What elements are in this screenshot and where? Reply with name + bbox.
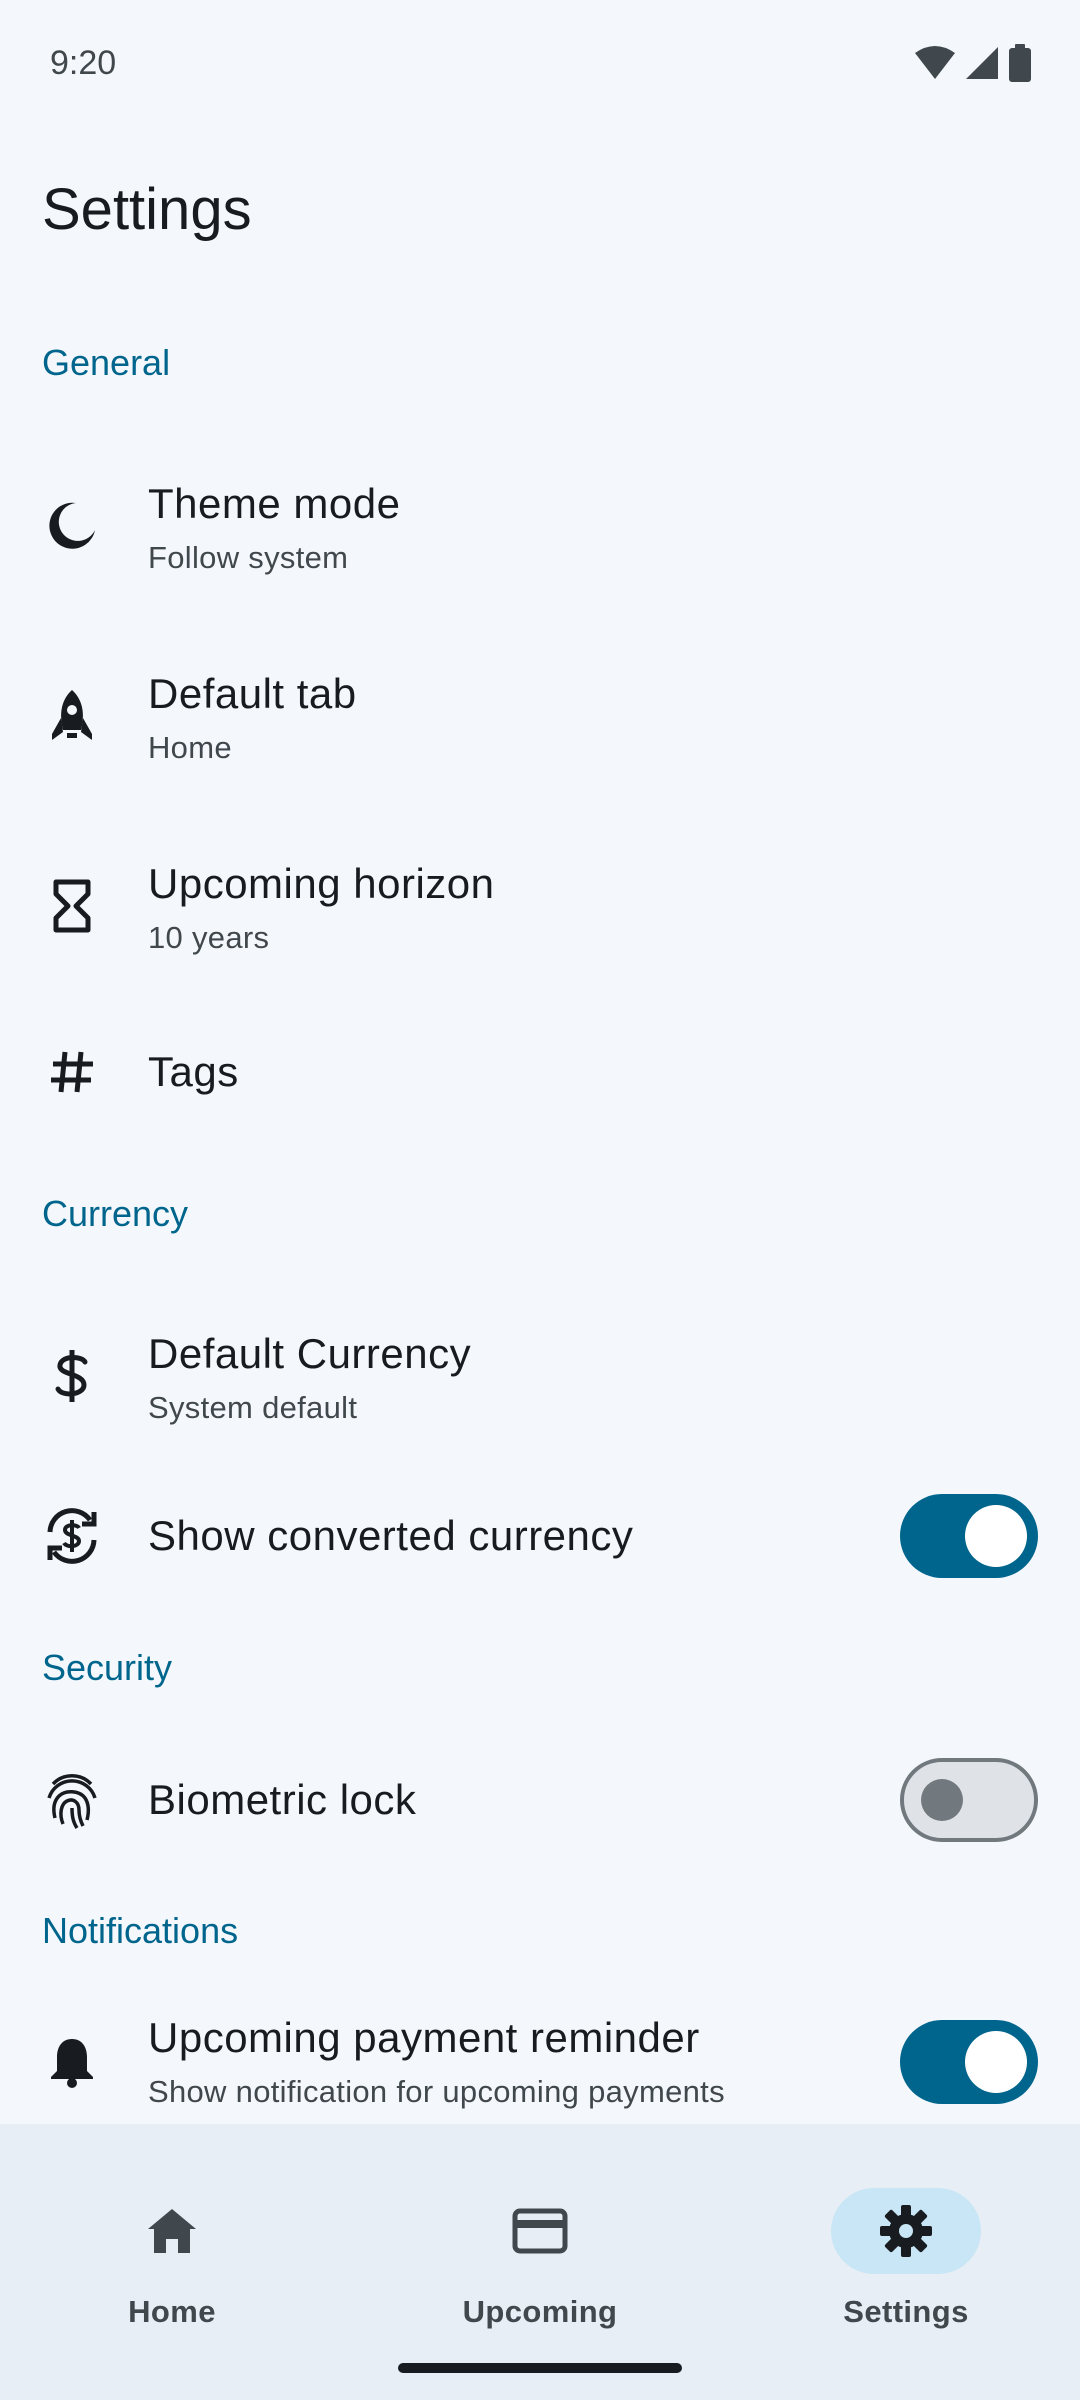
section-header-currency: Currency <box>42 1193 189 1234</box>
hourglass-icon <box>42 876 102 936</box>
nav-label: Upcoming <box>462 2294 618 2329</box>
currency-exchange-icon <box>42 1506 102 1566</box>
battery-icon <box>1008 44 1032 82</box>
setting-title: Show converted currency <box>148 1512 634 1559</box>
setting-subtitle: System default <box>148 1390 358 1425</box>
status-icons <box>914 44 1032 82</box>
cellular-signal-icon <box>964 45 1000 81</box>
section-header-notifications: Notifications <box>42 1910 239 1951</box>
setting-show-converted-currency[interactable]: Show converted currency <box>0 1470 1080 1602</box>
home-icon <box>97 2188 247 2274</box>
upcoming-payment-reminder-switch[interactable] <box>900 2020 1038 2104</box>
setting-subtitle: Show notification for upcoming payments <box>148 2074 725 2109</box>
bell-icon <box>42 2032 102 2092</box>
status-bar: 9:20 <box>0 0 1080 130</box>
setting-title: Theme mode <box>148 480 401 527</box>
nav-label: Home <box>128 2294 216 2329</box>
setting-subtitle: Home <box>148 730 232 765</box>
setting-subtitle: 10 years <box>148 920 270 955</box>
credit-card-icon <box>465 2188 615 2274</box>
status-time: 9:20 <box>50 44 117 82</box>
gear-icon <box>831 2188 981 2274</box>
setting-biometric-lock[interactable]: Biometric lock <box>0 1734 1080 1866</box>
nav-item-settings[interactable]: Settings <box>786 2156 1026 2329</box>
nav-label: Settings <box>843 2294 969 2329</box>
fingerprint-icon <box>42 1770 102 1830</box>
gesture-navigation-bar[interactable] <box>398 2363 682 2373</box>
switch-thumb <box>965 1505 1027 1567</box>
settings-screen: 9:20 Settings General Theme mode Follow … <box>0 0 1080 2400</box>
nav-item-upcoming[interactable]: Upcoming <box>420 2156 660 2329</box>
setting-subtitle: Follow system <box>148 540 349 575</box>
setting-title: Upcoming horizon <box>148 860 495 907</box>
bottom-navigation: Home Upcoming Settings <box>0 2124 1080 2400</box>
setting-title: Biometric lock <box>148 1776 417 1823</box>
wifi-icon <box>914 45 956 81</box>
setting-default-currency[interactable]: Default Currency System default <box>0 1280 1080 1470</box>
section-header-security: Security <box>42 1647 173 1688</box>
setting-title: Upcoming payment reminder <box>148 2014 700 2061</box>
biometric-lock-switch[interactable] <box>900 1758 1038 1842</box>
moon-icon <box>42 496 102 556</box>
setting-upcoming-horizon[interactable]: Upcoming horizon 10 years <box>0 810 1080 1000</box>
page-title: Settings <box>42 177 252 242</box>
switch-thumb <box>921 1779 963 1821</box>
dollar-icon <box>42 1346 102 1406</box>
setting-tags[interactable]: Tags <box>0 1000 1080 1150</box>
section-header-general: General <box>42 342 171 383</box>
setting-title: Default tab <box>148 670 357 717</box>
setting-upcoming-payment-reminder[interactable]: Upcoming payment reminder Show notificat… <box>0 1990 1080 2124</box>
setting-title: Default Currency <box>148 1330 472 1377</box>
switch-thumb <box>965 2031 1027 2093</box>
setting-theme-mode[interactable]: Theme mode Follow system <box>0 430 1080 620</box>
setting-default-tab[interactable]: Default tab Home <box>0 620 1080 810</box>
rocket-icon <box>42 686 102 746</box>
show-converted-currency-switch[interactable] <box>900 1494 1038 1578</box>
setting-title: Tags <box>148 1048 239 1095</box>
nav-item-home[interactable]: Home <box>52 2156 292 2329</box>
hash-icon <box>42 1042 102 1102</box>
